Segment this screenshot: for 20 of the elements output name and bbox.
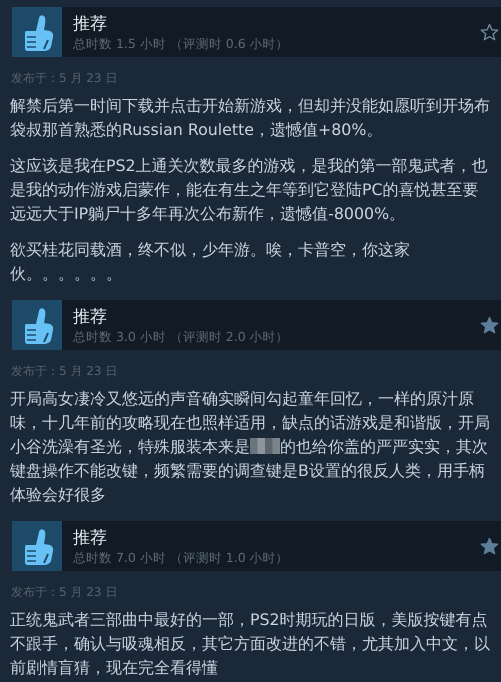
- playtime-text: 总时数 3.0 小时 （评测时 2.0 小时）: [73, 328, 290, 344]
- review-text: 解禁后第一时间下载并点击开始新游戏，但却并没能如愿听到开场布袋叔那首熟悉的Russian Roulette，遗憾值+80%。: [10, 95, 491, 141]
- posted-date: 发布于：5 月 23 日: [11, 70, 118, 86]
- thumbs-up-icon: [12, 521, 62, 571]
- review-text: 这应该是我在PS2上通关次数最多的游戏，是我的第一部鬼武者，也是我的动作游戏启蒙作，能在有生之年等到它登陆PC的喜悦甚至要远远大于IP躺尸十多年再次公布新作，遗憾值-8000%。: [10, 155, 489, 225]
- verdict-title: 推荐: [73, 526, 108, 548]
- star-icon[interactable]: [480, 22, 499, 42]
- review-text: 开局高女凄冷又悠远的声音确实瞬间勾起童年回忆，一样的原汁原味，十几年前的攻略现在也照样适用，缺点的话游戏是和谐版，开局小谷洗澡有圣光，特殊服装本来是 的也给你盖的严严实实，其次键盘操作不能改键，频繁需要的调查键是B设置的很反人类，用手柄体验会好很多: [10, 388, 491, 506]
- verdict-title: 推荐: [73, 12, 108, 34]
- posted-date: 发布于：5 月 23 日: [11, 363, 118, 379]
- star-icon[interactable]: [480, 316, 499, 334]
- verdict-title: 推荐: [73, 306, 108, 328]
- posted-date: 发布于：5 月 23 日: [11, 584, 118, 600]
- review-text: 正统鬼武者三部曲中最好的一部，PS2时期玩的日版，美版按键有点不跟手，确认与吸魂相反，其它方面改进的不错，尤其加入中文，以前剧情盲猜，现在完全看得懂: [10, 609, 491, 679]
- review-text: 欲买桂花同载酒，终不似，少年游。唉，卡普空，你这家伙。。。。。。: [10, 239, 411, 285]
- playtime-text: 总时数 1.5 小时 （评测时 0.6 小时）: [73, 34, 290, 52]
- playtime-text: 总时数 7.0 小时 （评测时 1.0 小时）: [73, 548, 290, 566]
- thumbs-up-icon: [12, 300, 62, 350]
- thumbs-up-icon: [12, 7, 62, 57]
- star-icon[interactable]: [480, 536, 499, 556]
